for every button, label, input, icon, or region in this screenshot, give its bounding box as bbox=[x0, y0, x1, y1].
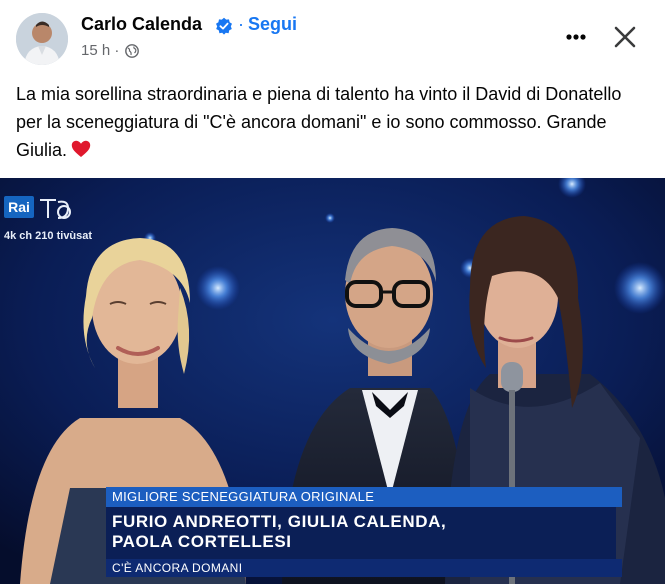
award-category: MIGLIORE SCENEGGIATURA ORIGINALE bbox=[106, 487, 622, 507]
film-title: C'È ANCORA DOMANI bbox=[106, 559, 622, 577]
more-options-icon[interactable] bbox=[560, 22, 592, 50]
close-icon[interactable] bbox=[610, 22, 640, 52]
author-name[interactable]: Carlo Calenda bbox=[81, 14, 202, 35]
avatar-image bbox=[16, 13, 68, 65]
post-timestamp[interactable]: 15 h · bbox=[81, 42, 119, 59]
follow-button[interactable]: Segui bbox=[248, 14, 297, 35]
winners-line-2: PAOLA CORTELLESI bbox=[112, 532, 292, 551]
facebook-post: Carlo Calenda · Segui 15 h · La mia sore… bbox=[0, 0, 665, 584]
post-header: Carlo Calenda · Segui 15 h · bbox=[0, 0, 665, 72]
winners-line-1: FURIO ANDREOTTI, GIULIA CALENDA, bbox=[112, 512, 447, 531]
rai-logo: Rai bbox=[4, 196, 34, 218]
caption-text: La mia sorellina straordinaria e piena d… bbox=[16, 84, 622, 160]
verified-badge-icon bbox=[216, 17, 232, 35]
author-avatar[interactable] bbox=[16, 13, 68, 65]
channel-info: 4k ch 210 tivùsat bbox=[4, 230, 93, 242]
post-caption: La mia sorellina straordinaria e piena d… bbox=[16, 80, 646, 164]
globe-icon bbox=[125, 44, 139, 58]
heart-emoji-icon bbox=[71, 140, 91, 157]
separator-dot: · bbox=[238, 14, 244, 34]
